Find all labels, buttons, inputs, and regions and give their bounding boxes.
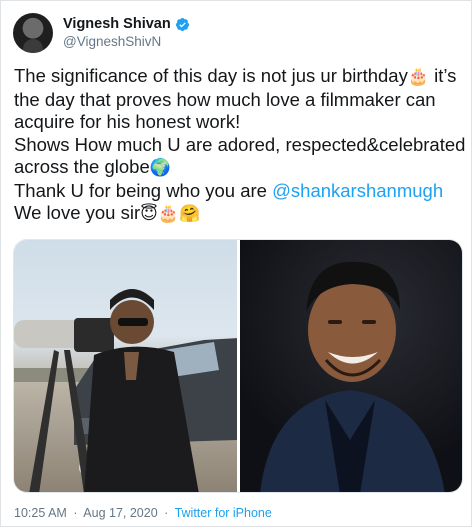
- tweet-card: Vignesh Shivan @VigneshShivN The signifi…: [0, 0, 472, 527]
- birthday-cake-emoji: 🎂: [407, 67, 430, 87]
- text-line-3: acquire for his honest work!: [14, 111, 241, 132]
- separator-dot: ·: [73, 506, 78, 520]
- display-name[interactable]: Vignesh Shivan: [63, 15, 171, 33]
- media-grid: [13, 239, 463, 493]
- text-line-2: the day that proves how much love a film…: [14, 88, 436, 110]
- avatar[interactable]: [13, 13, 53, 53]
- text-line-4: Shows How much U are adored, respected&c…: [14, 133, 466, 155]
- text-segment: it’s: [429, 65, 457, 86]
- text-segment: We love you sir: [14, 202, 141, 223]
- name-row: Vignesh Shivan: [63, 15, 190, 33]
- globe-emoji: 🌍: [149, 158, 171, 178]
- photo-left-illustration: [14, 289, 237, 492]
- text-line-5: across the globe🌍: [14, 156, 464, 180]
- photo-right-illustration: [259, 261, 445, 492]
- text-line-1: The significance of this day is not jus …: [14, 65, 464, 89]
- text-line-7: We love you sir😇🎂🤗: [14, 202, 464, 226]
- text-line-6: Thank U for being who you are @shankarsh…: [14, 180, 464, 203]
- author-names: Vignesh Shivan @VigneshShivN: [63, 15, 190, 51]
- text-segment: across the globe: [14, 156, 150, 177]
- emoji-group: 😇🎂🤗: [140, 204, 201, 224]
- tweet-text: The significance of this day is not jus …: [14, 65, 466, 226]
- photo-filmmaker-with-camera[interactable]: [14, 240, 237, 492]
- handle[interactable]: @VigneshShivN: [63, 33, 190, 51]
- tweet-time[interactable]: 10:25 AM: [14, 506, 67, 520]
- text-segment: Thank U for being who you are: [14, 179, 273, 201]
- tweet-source-link[interactable]: Twitter for iPhone: [175, 506, 272, 520]
- separator-dot: ·: [164, 506, 169, 520]
- tweet-metadata: 10:25 AM · Aug 17, 2020 · Twitter for iP…: [14, 506, 272, 520]
- tweet-header: Vignesh Shivan @VigneshShivN: [13, 13, 190, 53]
- photo-smiling-man[interactable]: [239, 240, 462, 492]
- tweet-date[interactable]: Aug 17, 2020: [83, 506, 157, 520]
- text-segment: The significance of this day is not jus …: [14, 65, 408, 86]
- mention-link[interactable]: @shankarshanmugh: [272, 180, 443, 201]
- verified-badge-icon: [175, 17, 189, 31]
